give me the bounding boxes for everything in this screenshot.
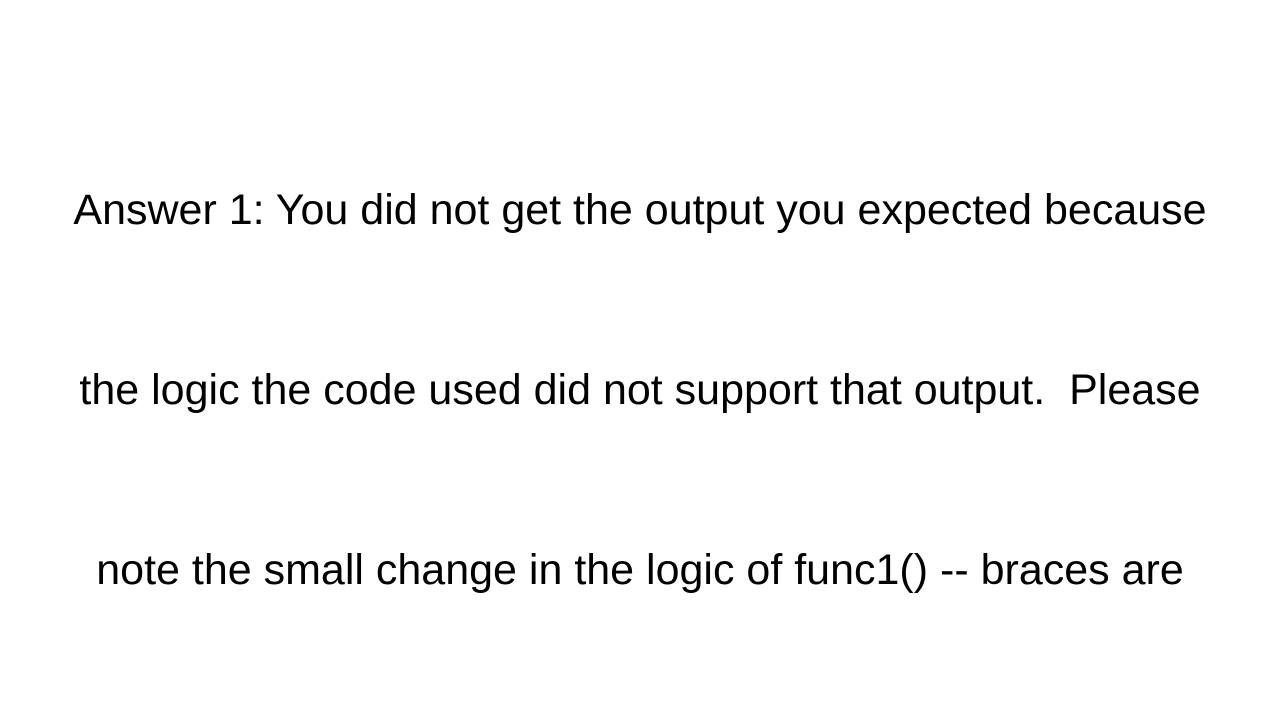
prose-line-3: note the small change in the logic of fu… <box>96 546 1184 594</box>
document-page: Answer 1: You did not get the output you… <box>0 0 1280 720</box>
prose-line-1: Answer 1: You did not get the output you… <box>73 186 1207 234</box>
prose-line-2: the logic the code used did not support … <box>79 366 1201 414</box>
answer-text-block: Answer 1: You did not get the output you… <box>0 0 1280 720</box>
